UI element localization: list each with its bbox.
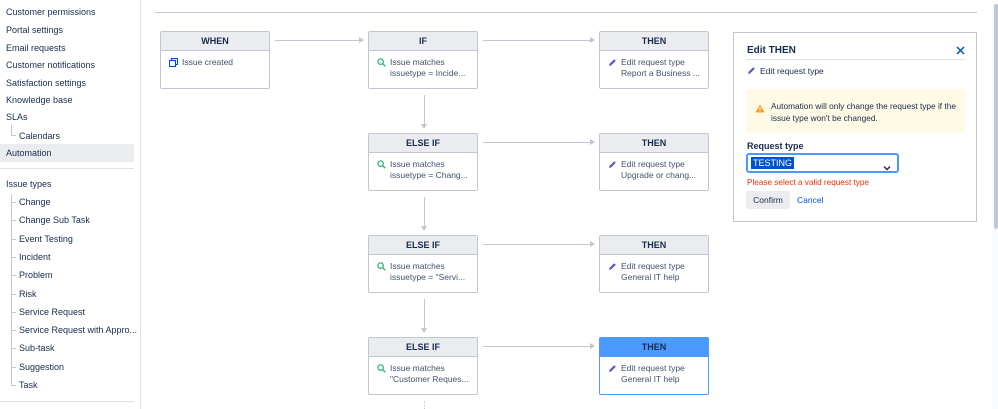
node-header: ELSE IF xyxy=(369,338,477,357)
panel-subtitle-text: Edit request type xyxy=(760,66,824,76)
cancel-button[interactable]: Cancel xyxy=(797,191,823,209)
edit-then-panel: Edit THEN Edit request type Automation w… xyxy=(733,32,977,222)
close-icon[interactable] xyxy=(956,43,965,57)
scrollbar[interactable] xyxy=(992,0,998,409)
sidebar-item-satisfaction-settings[interactable]: Satisfaction settings xyxy=(0,74,134,92)
issue-type-problem[interactable]: Problem xyxy=(0,266,134,284)
node-line: Issue matches xyxy=(390,57,445,67)
issue-type-service-request[interactable]: Service Request xyxy=(0,303,134,321)
node-line: Edit request type xyxy=(621,261,685,271)
confirm-button[interactable]: Confirm xyxy=(746,191,790,209)
when-node[interactable]: WHEN Issue created xyxy=(160,31,270,89)
panel-subtitle: Edit request type xyxy=(747,66,824,77)
sidebar-item-calendars[interactable]: Calendars xyxy=(0,127,134,145)
search-icon xyxy=(377,364,386,376)
issue-type-event-testing[interactable]: Event Testing xyxy=(0,230,134,248)
validation-error: Please select a valid request type xyxy=(747,178,869,187)
node-line: "Customer Reques... xyxy=(390,374,469,384)
pencil-icon xyxy=(608,262,617,274)
issue-type-sub-task[interactable]: Sub-task xyxy=(0,339,134,357)
flow-arrow xyxy=(421,299,427,333)
search-icon xyxy=(377,160,386,172)
flow-arrow xyxy=(483,37,595,43)
pencil-icon xyxy=(608,364,617,376)
node-header: WHEN xyxy=(161,32,269,51)
node-header: ELSE IF xyxy=(369,134,477,153)
then-node-selected[interactable]: THEN Edit request type General IT help xyxy=(599,337,709,395)
flow-continuation xyxy=(424,401,425,409)
issue-type-suggestion[interactable]: Suggestion xyxy=(0,358,134,376)
node-line: issuetype = Chang... xyxy=(390,170,468,180)
chevron-down-icon xyxy=(883,159,891,177)
node-line: Issue matches xyxy=(390,159,445,169)
search-icon xyxy=(377,262,386,274)
copy-icon xyxy=(168,57,179,70)
node-header: IF xyxy=(369,32,477,51)
flow-arrow xyxy=(275,37,364,43)
content-top-divider xyxy=(155,12,977,13)
sidebar-divider xyxy=(0,401,134,402)
node-line: General IT help xyxy=(621,374,680,384)
warning-icon xyxy=(755,100,765,118)
sidebar-issue-types-heading[interactable]: Issue types xyxy=(0,175,134,193)
then-node[interactable]: THEN Edit request type Report a Business… xyxy=(599,31,709,89)
node-line: Edit request type xyxy=(621,159,685,169)
issue-type-change[interactable]: Change xyxy=(0,193,134,211)
search-icon xyxy=(377,58,386,70)
flow-arrow xyxy=(483,241,595,247)
flow-arrow xyxy=(483,139,595,145)
node-line: Report a Business ... xyxy=(621,68,700,78)
sidebar-item-customer-notifications[interactable]: Customer notifications xyxy=(0,56,134,74)
warning-text: Automation will only change the request … xyxy=(771,101,956,123)
then-node[interactable]: THEN Edit request type Upgrade or chang.… xyxy=(599,133,709,191)
flow-arrow xyxy=(421,95,427,129)
pencil-icon xyxy=(608,58,617,70)
request-type-label: Request type xyxy=(747,141,804,151)
issue-type-risk[interactable]: Risk xyxy=(0,285,134,303)
node-line: Issue created xyxy=(182,57,234,67)
node-header: THEN xyxy=(600,338,708,357)
request-type-value: TESTING xyxy=(751,157,795,169)
node-header: THEN xyxy=(600,134,708,153)
if-node[interactable]: IF Issue matches issuetype = Incide... xyxy=(368,31,478,89)
issue-type-task[interactable]: Task xyxy=(0,376,134,394)
then-node[interactable]: THEN Edit request type General IT help xyxy=(599,235,709,293)
panel-title: Edit THEN xyxy=(747,45,796,56)
node-line: Edit request type xyxy=(621,363,685,373)
flow-arrow xyxy=(421,197,427,231)
node-line: issuetype = Incide... xyxy=(390,68,466,78)
panel-divider xyxy=(746,59,965,60)
request-type-select[interactable]: TESTING xyxy=(746,153,899,173)
sidebar: Customer permissions Portal settings Ema… xyxy=(0,0,141,409)
node-line: Upgrade or chang... xyxy=(621,170,697,180)
else-if-node[interactable]: ELSE IF Issue matches issuetype = "Servi… xyxy=(368,235,478,293)
sidebar-item-email-requests[interactable]: Email requests xyxy=(0,39,134,57)
node-line: issuetype = "Servi... xyxy=(390,272,466,282)
else-if-node[interactable]: ELSE IF Issue matches issuetype = Chang.… xyxy=(368,133,478,191)
node-line: Edit request type xyxy=(621,57,685,67)
issue-type-incident[interactable]: Incident xyxy=(0,248,134,266)
sidebar-item-automation[interactable]: Automation xyxy=(0,144,134,162)
sidebar-item-knowledge-base[interactable]: Knowledge base xyxy=(0,91,134,109)
sidebar-divider xyxy=(0,168,134,169)
sidebar-item-portal-settings[interactable]: Portal settings xyxy=(0,21,134,39)
else-if-node[interactable]: ELSE IF Issue matches "Customer Reques..… xyxy=(368,337,478,395)
issue-type-service-request-approvals[interactable]: Service Request with Appro... xyxy=(0,321,137,339)
scrollbar-thumb[interactable] xyxy=(994,4,998,229)
node-header: ELSE IF xyxy=(369,236,477,255)
pencil-icon xyxy=(747,66,756,77)
sidebar-item-customer-permissions[interactable]: Customer permissions xyxy=(0,3,134,21)
node-line: Issue matches xyxy=(390,363,445,373)
node-header: THEN xyxy=(600,32,708,51)
issue-type-change-sub-task[interactable]: Change Sub Task xyxy=(0,211,134,229)
node-header: THEN xyxy=(600,236,708,255)
pencil-icon xyxy=(608,160,617,172)
warning-message: Automation will only change the request … xyxy=(746,89,965,133)
node-line: Issue matches xyxy=(390,261,445,271)
flow-arrow xyxy=(483,343,595,349)
node-line: General IT help xyxy=(621,272,680,282)
sidebar-item-slas[interactable]: SLAs xyxy=(0,108,134,126)
